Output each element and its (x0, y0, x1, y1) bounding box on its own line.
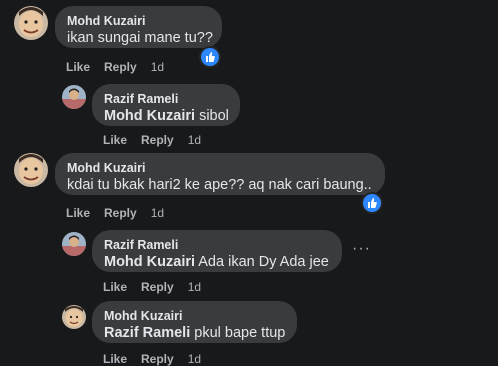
reply-button[interactable]: Reply (104, 206, 137, 220)
comment-text: kdai tu bkak hari2 ke ape?? aq nak cari … (67, 177, 372, 193)
comment-text: ikan sungai mane tu?? (67, 30, 213, 46)
comment-actions: Like Reply 1d (66, 206, 178, 220)
like-button[interactable]: Like (66, 206, 90, 220)
avatar-image (62, 232, 86, 256)
comment-bubble: Razif Rameli Mohd Kuzairi Ada ikan Dy Ad… (92, 230, 342, 272)
timestamp[interactable]: 1d (151, 206, 164, 220)
comment-bubble: Mohd Kuzairi kdai tu bkak hari2 ke ape??… (55, 153, 385, 195)
avatar[interactable] (62, 305, 86, 329)
comment-author[interactable]: Mohd Kuzairi (67, 14, 210, 29)
comment-bubble: Razif Rameli Mohd Kuzairi sibol (92, 84, 240, 126)
comment-bubble: Mohd Kuzairi ikan sungai mane tu?? (55, 6, 222, 48)
like-button[interactable]: Like (103, 133, 127, 147)
timestamp[interactable]: 1d (188, 280, 201, 294)
more-options-icon[interactable]: ··· (352, 240, 371, 258)
comment-author[interactable]: Mohd Kuzairi (104, 309, 285, 324)
thumbs-up-icon (368, 198, 377, 208)
comment-author[interactable]: Mohd Kuzairi (67, 161, 373, 176)
comment-author[interactable]: Razif Rameli (104, 238, 330, 253)
mention-tag[interactable]: Mohd Kuzairi (104, 108, 195, 124)
reply-button[interactable]: Reply (141, 133, 174, 147)
mention-tag[interactable]: Razif Rameli (104, 325, 190, 341)
like-button[interactable]: Like (66, 60, 90, 74)
avatar[interactable] (14, 153, 48, 187)
comment-text-line: Mohd Kuzairi sibol (104, 107, 229, 126)
avatar-image (14, 153, 48, 187)
comment-text: sibol (199, 108, 229, 124)
comment-author[interactable]: Razif Rameli (104, 92, 228, 107)
comment-text: Ada ikan Dy Ada jee (198, 254, 329, 270)
avatar[interactable] (62, 232, 86, 256)
comment-actions: Like Reply 1d (103, 133, 215, 147)
avatar[interactable] (62, 85, 86, 109)
avatar-image (14, 6, 48, 40)
like-reaction-badge[interactable] (361, 192, 383, 214)
like-button[interactable]: Like (103, 352, 127, 366)
avatar-image (62, 85, 86, 109)
comment-actions: Like Reply 1d (103, 280, 215, 294)
timestamp[interactable]: 1d (188, 133, 201, 147)
comment-text-line: Razif Rameli pkul bape ttup (104, 324, 285, 343)
timestamp[interactable]: 1d (151, 60, 164, 74)
comment-text-line: Mohd Kuzairi Ada ikan Dy Ada jee (104, 253, 330, 272)
comment-actions: Like Reply 1d (66, 60, 178, 74)
comment-text: pkul bape ttup (194, 325, 286, 341)
comment-actions: Like Reply 1d (103, 352, 215, 366)
avatar[interactable] (14, 6, 48, 40)
reply-button[interactable]: Reply (104, 60, 137, 74)
reply-button[interactable]: Reply (141, 352, 174, 366)
mention-tag[interactable]: Mohd Kuzairi (104, 254, 195, 270)
avatar-image (62, 305, 86, 329)
like-reaction-badge[interactable] (199, 46, 221, 68)
timestamp[interactable]: 1d (188, 352, 201, 366)
like-button[interactable]: Like (103, 280, 127, 294)
thumbs-up-icon (206, 52, 215, 62)
comment-bubble: Mohd Kuzairi Razif Rameli pkul bape ttup (92, 301, 297, 343)
reply-button[interactable]: Reply (141, 280, 174, 294)
